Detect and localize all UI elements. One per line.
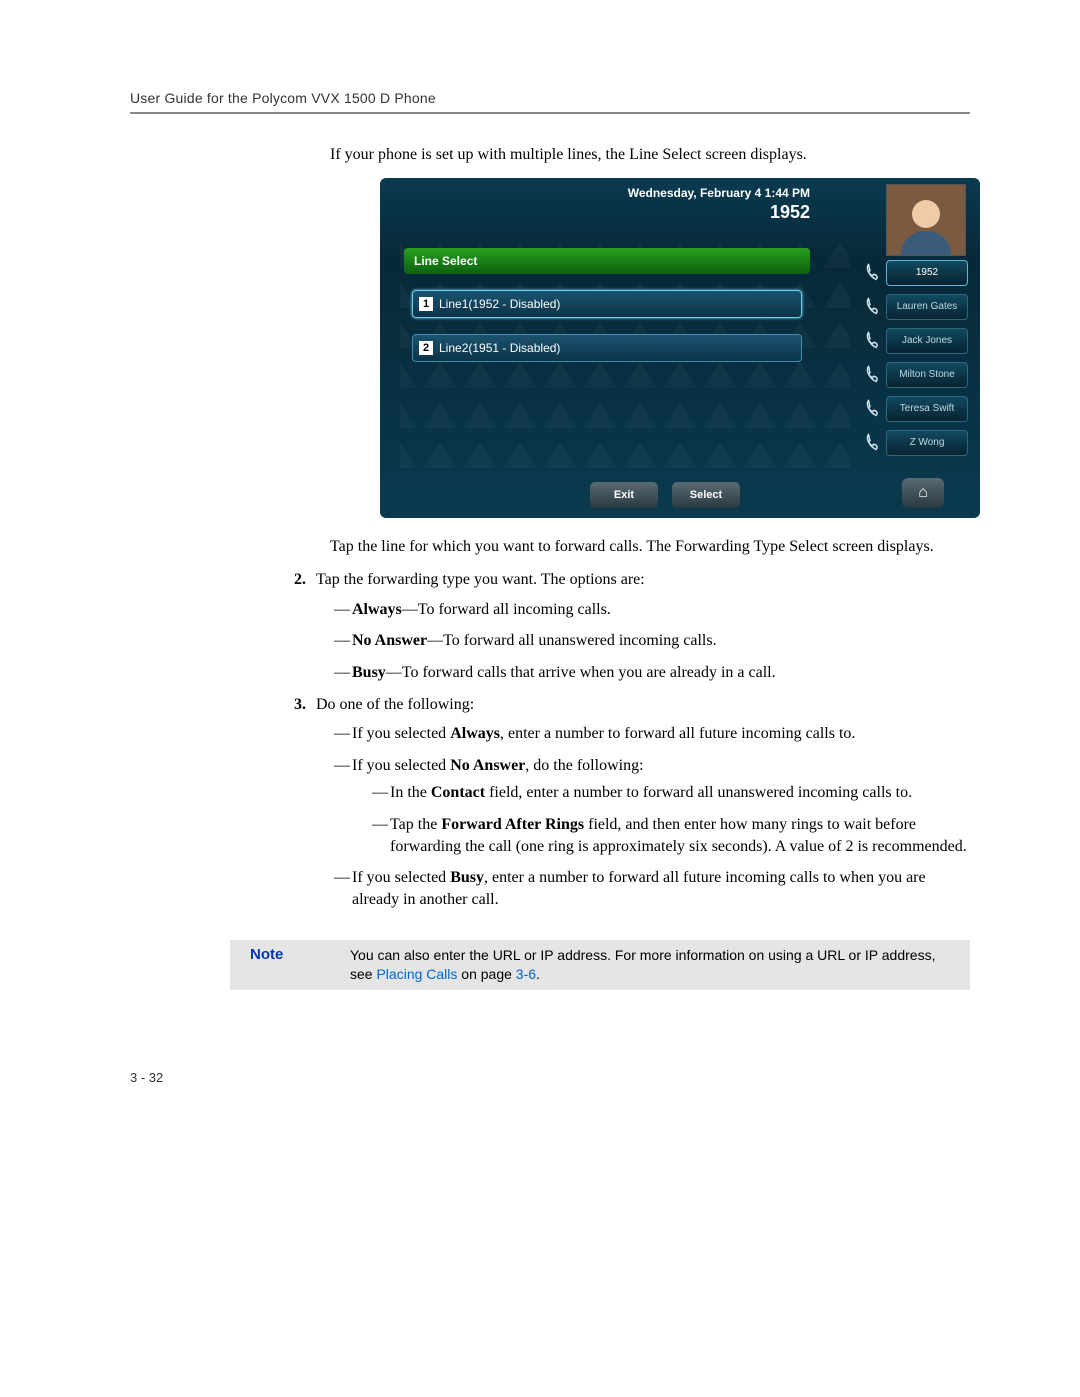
speed-dial-z-wong[interactable]: Z Wong (886, 430, 968, 456)
branch-no-answer: If you selected No Answer, do the follow… (334, 755, 970, 857)
datetime-label: Wednesday, February 4 1:44 PM (628, 186, 810, 200)
screen-title-text: Line Select (414, 254, 477, 268)
handset-icon (864, 263, 882, 281)
handset-icon (864, 331, 882, 349)
note-part-c: . (536, 966, 540, 982)
page-ref-link[interactable]: 3-6 (516, 966, 536, 982)
line-item-label: Line1(1952 - Disabled) (439, 297, 560, 311)
speed-dial-label: Teresa Swift (900, 403, 954, 414)
substep-contact: In the Contact field, enter a number to … (372, 782, 970, 804)
step-2: Tap the forwarding type you want. The op… (310, 569, 970, 683)
option-bold: No Answer (352, 632, 427, 649)
speed-dial-label: Milton Stone (899, 369, 955, 380)
home-button[interactable]: ⌂ (902, 478, 944, 508)
handset-icon (864, 297, 882, 315)
screen-title-bar: Line Select (404, 248, 810, 274)
option-bold: Always (352, 601, 402, 618)
line-number-badge: 2 (419, 341, 433, 355)
speed-dial-label: Jack Jones (902, 335, 952, 346)
text-a: In the (390, 784, 431, 801)
avatar-photo (886, 184, 966, 256)
option-text: —To forward all unanswered incoming call… (427, 632, 716, 649)
line-number-badge: 1 (419, 297, 433, 311)
speed-dial-teresa-swift[interactable]: Teresa Swift (886, 396, 968, 422)
text-bold: Always (450, 725, 500, 742)
numbered-steps: Tap the forwarding type you want. The op… (310, 569, 970, 910)
speed-dial-label: Z Wong (910, 437, 945, 448)
note-text: You can also enter the URL or IP address… (350, 946, 970, 984)
handset-icon (864, 433, 882, 451)
step-2-options: Always—To forward all incoming calls. No… (316, 599, 970, 684)
home-icon: ⌂ (918, 484, 928, 502)
line-item-1[interactable]: 1 Line1(1952 - Disabled) (412, 290, 802, 318)
button-label: Select (690, 489, 722, 501)
speed-dial-1952[interactable]: 1952 (886, 260, 968, 286)
note-part-b: on page (457, 966, 515, 982)
line-item-2[interactable]: 2 Line2(1951 - Disabled) (412, 334, 802, 362)
branch-busy: If you selected Busy, enter a number to … (334, 867, 970, 910)
speed-dial-lauren-gates[interactable]: Lauren Gates (886, 294, 968, 320)
select-button[interactable]: Select (672, 482, 740, 508)
option-bold: Busy (352, 664, 386, 681)
text-bold: Forward After Rings (441, 816, 584, 833)
step-3: Do one of the following: If you selected… (310, 694, 970, 911)
button-label: Exit (614, 489, 634, 501)
text-bold: Contact (431, 784, 485, 801)
speed-dial-label: 1952 (916, 267, 938, 278)
text-c: field, enter a number to forward all una… (485, 784, 912, 801)
step-lead: Tap the forwarding type you want. The op… (316, 571, 645, 588)
extension-label: 1952 (770, 202, 810, 223)
exit-button[interactable]: Exit (590, 482, 658, 508)
text-c: , enter a number to forward all future i… (500, 725, 855, 742)
note-label: Note (230, 946, 350, 963)
option-text: —To forward calls that arrive when you a… (386, 664, 776, 681)
text-bold: No Answer (450, 757, 525, 774)
text-c: , do the following: (525, 757, 643, 774)
note-block: Note You can also enter the URL or IP ad… (230, 940, 970, 990)
after-screenshot-paragraph: Tap the line for which you want to forwa… (330, 536, 970, 558)
handset-icon (864, 365, 882, 383)
speed-dial-label: Lauren Gates (897, 301, 958, 312)
option-busy: Busy—To forward calls that arrive when y… (334, 662, 970, 684)
placing-calls-link[interactable]: Placing Calls (376, 966, 457, 982)
phone-screenshot: Wednesday, February 4 1:44 PM 1952 Line … (380, 178, 980, 518)
no-answer-substeps: In the Contact field, enter a number to … (352, 782, 970, 857)
option-no-answer: No Answer—To forward all unanswered inco… (334, 630, 970, 652)
option-always: Always—To forward all incoming calls. (334, 599, 970, 621)
page-header: User Guide for the Polycom VVX 1500 D Ph… (130, 90, 970, 106)
text-a: If you selected (352, 757, 450, 774)
substep-rings: Tap the Forward After Rings field, and t… (372, 814, 970, 857)
text-a: If you selected (352, 869, 450, 886)
step-lead: Do one of the following: (316, 696, 474, 713)
page-number: 3 - 32 (130, 1070, 970, 1085)
branch-always: If you selected Always, enter a number t… (334, 723, 970, 745)
text-bold: Busy (450, 869, 484, 886)
header-rule (130, 112, 970, 114)
text-a: If you selected (352, 725, 450, 742)
handset-icon (864, 399, 882, 417)
speed-dial-jack-jones[interactable]: Jack Jones (886, 328, 968, 354)
text-a: Tap the (390, 816, 441, 833)
intro-paragraph: If your phone is set up with multiple li… (330, 144, 970, 166)
option-text: —To forward all incoming calls. (402, 601, 611, 618)
step-3-options: If you selected Always, enter a number t… (316, 723, 970, 910)
speed-dial-milton-stone[interactable]: Milton Stone (886, 362, 968, 388)
line-item-label: Line2(1951 - Disabled) (439, 341, 560, 355)
